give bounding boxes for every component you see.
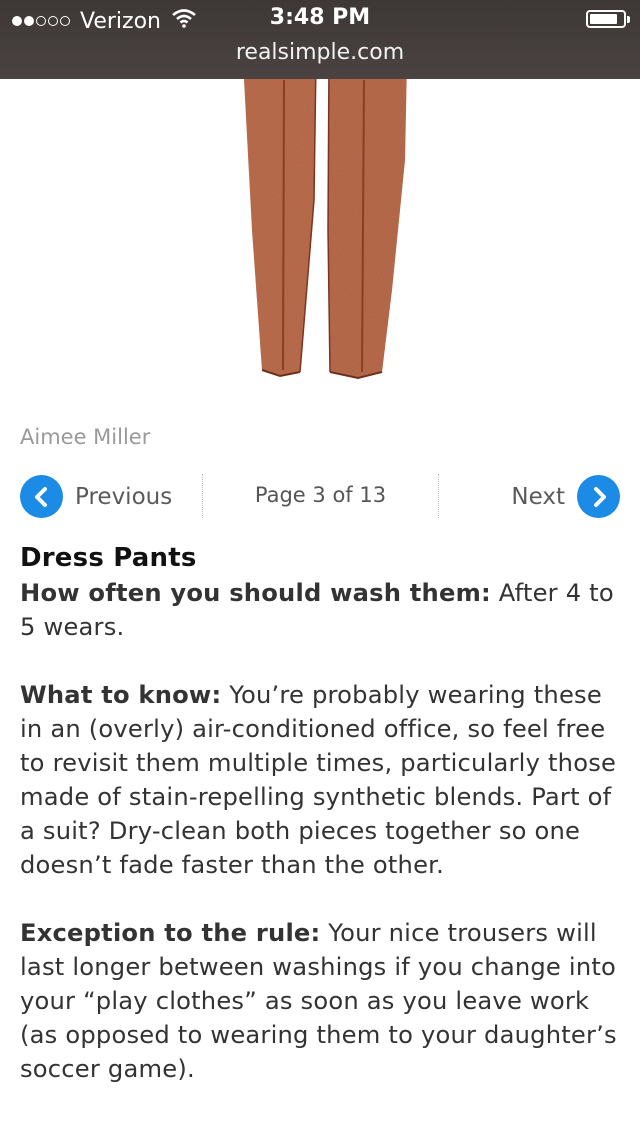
exception-label: Exception to the rule: (20, 919, 321, 947)
chevron-left-icon (20, 475, 63, 518)
previous-label: Previous (75, 483, 173, 510)
previous-button[interactable]: Previous (20, 475, 172, 518)
chevron-right-icon (577, 475, 620, 518)
wash-frequency-paragraph: How often you should wash them: After 4 … (20, 576, 622, 644)
pager-divider-right (438, 474, 439, 518)
image-credit: Aimee Miller (20, 425, 151, 449)
article-title: Dress Pants (20, 543, 197, 573)
wash-frequency-label: How often you should wash them: (20, 579, 491, 607)
what-to-know-text: You’re probably wearing these in an (ove… (20, 681, 617, 879)
slideshow-pager: Previous Page 3 of 13 Next (0, 472, 640, 520)
battery-icon (586, 10, 630, 28)
next-label: Next (511, 483, 565, 510)
next-button[interactable]: Next (511, 475, 620, 518)
page: Verizon 3:48 PM realsimple.com Aimee Mil… (0, 0, 640, 1136)
battery-level (590, 14, 617, 24)
clock: 3:48 PM (269, 5, 371, 30)
status-bar: Verizon 3:48 PM realsimple.com (0, 0, 640, 79)
page-count: Page 3 of 13 (254, 483, 387, 507)
address-bar-url[interactable]: realsimple.com (0, 40, 640, 65)
article-body: Dress Pants How often you should wash th… (20, 540, 622, 1086)
what-to-know-paragraph: What to know: You’re probably wearing th… (20, 678, 622, 882)
exception-paragraph: Exception to the rule: Your nice trouser… (20, 916, 622, 1086)
what-to-know-label: What to know: (20, 681, 222, 709)
